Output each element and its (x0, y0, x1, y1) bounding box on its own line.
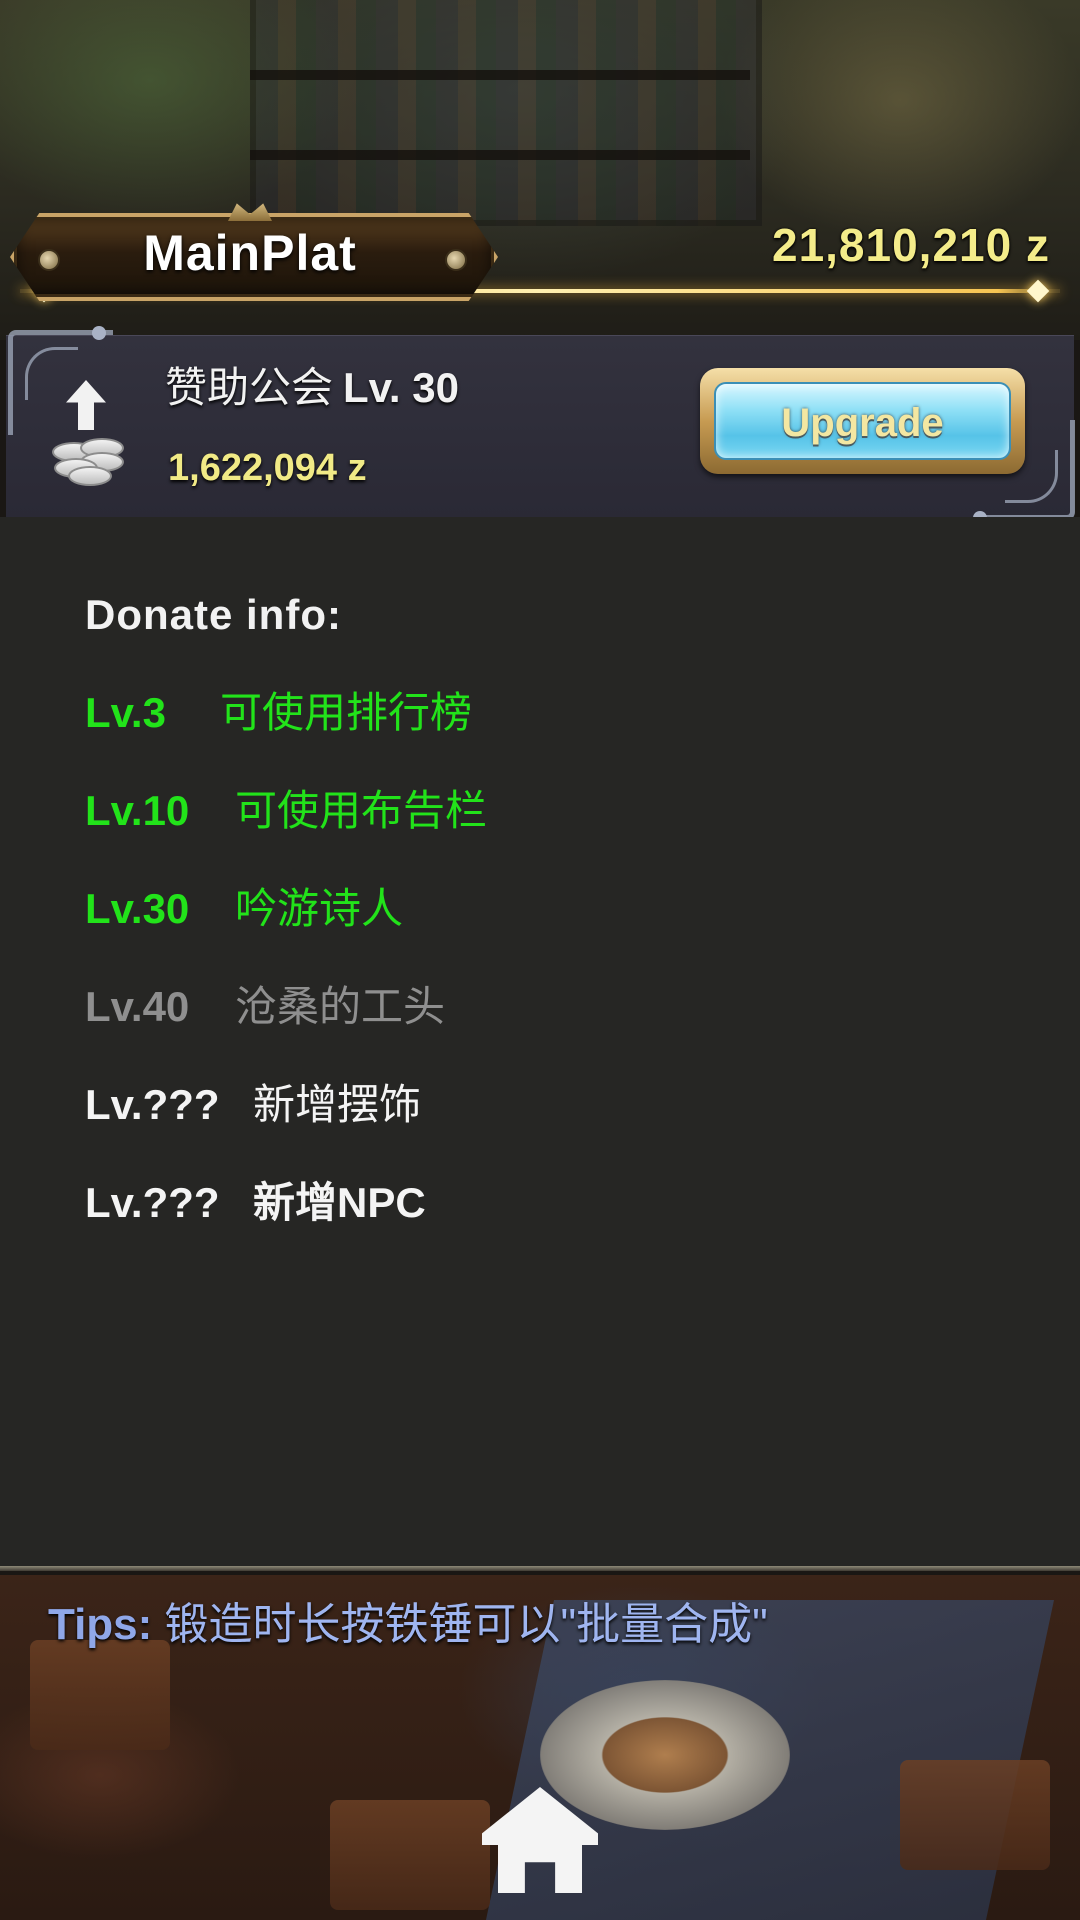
background-stool (330, 1800, 490, 1910)
donate-row: Lv.10 可使用布告栏 (85, 781, 487, 841)
donate-row-level: Lv.3 (85, 689, 166, 736)
title-bar: MainPlat 21,810,210 z (0, 203, 1080, 303)
donate-row-level: Lv.10 (85, 787, 190, 834)
coin-stack-upgrade-icon (50, 380, 124, 486)
title-bolt (445, 249, 467, 271)
background-bookshelf (250, 0, 762, 226)
donate-row: Lv.??? 新增摆饰 (85, 1075, 421, 1135)
home-icon-body (498, 1837, 582, 1893)
upgrade-arrow-icon (66, 380, 106, 430)
guild-name-level: 赞助公会 Lv. 30 (165, 360, 459, 416)
corner-ornament-dot (92, 326, 106, 340)
donate-row-level: Lv.??? (85, 1081, 220, 1128)
donate-row-text: 吟游诗人 (235, 885, 404, 932)
upgrade-button-face: Upgrade (714, 382, 1011, 460)
guild-donate-screen: MainPlat 21,810,210 z 赞助公会 Lv. 30 1,622,0… (0, 0, 1080, 1920)
donate-row-level: Lv.30 (85, 885, 190, 932)
donate-row-text: 新增摆饰 (253, 1081, 422, 1128)
page-title: MainPlat (143, 225, 357, 281)
guild-name: 赞助公会 (165, 364, 334, 411)
title-bolt (38, 249, 60, 271)
panel-bottom-border (0, 1566, 1080, 1571)
background-stool (900, 1760, 1050, 1870)
donate-row-text: 新增NPC (253, 1179, 426, 1226)
home-icon (482, 1787, 598, 1845)
donate-row-text: 沧桑的工头 (235, 983, 446, 1030)
home-button[interactable] (482, 1787, 598, 1893)
upgrade-button-label: Upgrade (781, 401, 944, 445)
donate-row: Lv.40 沧桑的工头 (85, 977, 445, 1037)
donate-row: Lv.3 可使用排行榜 (85, 683, 472, 743)
background-shelf-board (250, 70, 750, 80)
donate-info-panel (0, 517, 1080, 1567)
coin-icon (68, 466, 112, 486)
donate-row-text: 可使用排行榜 (220, 689, 473, 736)
tips-label: Tips: (48, 1600, 153, 1649)
donate-row-level: Lv.40 (85, 983, 190, 1030)
tips-text: 锻造时长按铁锤可以"批量合成" (164, 1600, 768, 1649)
guild-level: Lv. 30 (343, 364, 459, 411)
background-stool (30, 1640, 170, 1750)
donate-row-text: 可使用布告栏 (235, 787, 488, 834)
donate-row: Lv.30 吟游诗人 (85, 879, 403, 939)
upgrade-cost: 1,622,094 z (168, 447, 367, 489)
donate-info-title: Donate info: (85, 591, 342, 638)
background-shelf-board (250, 150, 750, 160)
donate-row-level: Lv.??? (85, 1179, 220, 1226)
gold-balance: 21,810,210 z (771, 219, 1050, 271)
tips-banner: Tips: 锻造时长按铁锤可以"批量合成" (48, 1595, 768, 1655)
upgrade-button[interactable]: Upgrade (700, 368, 1025, 474)
donate-row: Lv.??? 新增NPC (85, 1173, 426, 1233)
